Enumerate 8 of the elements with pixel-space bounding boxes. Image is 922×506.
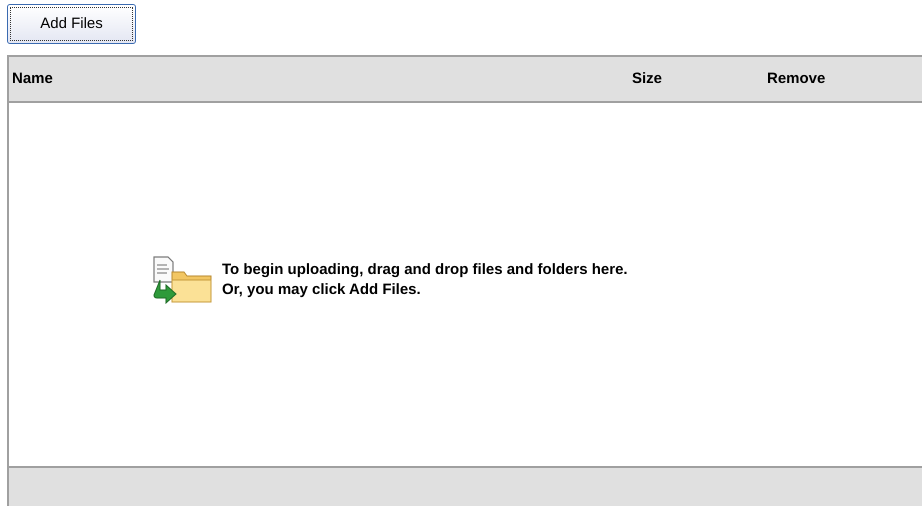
column-header[interactable]: Size — [632, 70, 662, 87]
folder-upload-icon — [152, 256, 214, 304]
column-header[interactable]: Name — [12, 70, 53, 87]
drop-area[interactable]: To begin uploading, drag and drop files and folders here. Or, you may click Add Files. — [9, 103, 922, 466]
instruction-text: To begin uploading, drag and drop files and folders here. — [222, 260, 628, 280]
add-files-button[interactable]: Add Files — [7, 4, 136, 44]
column-header[interactable]: Remove — [767, 70, 826, 87]
instruction-text: Or, you may click Add Files. — [222, 280, 422, 300]
